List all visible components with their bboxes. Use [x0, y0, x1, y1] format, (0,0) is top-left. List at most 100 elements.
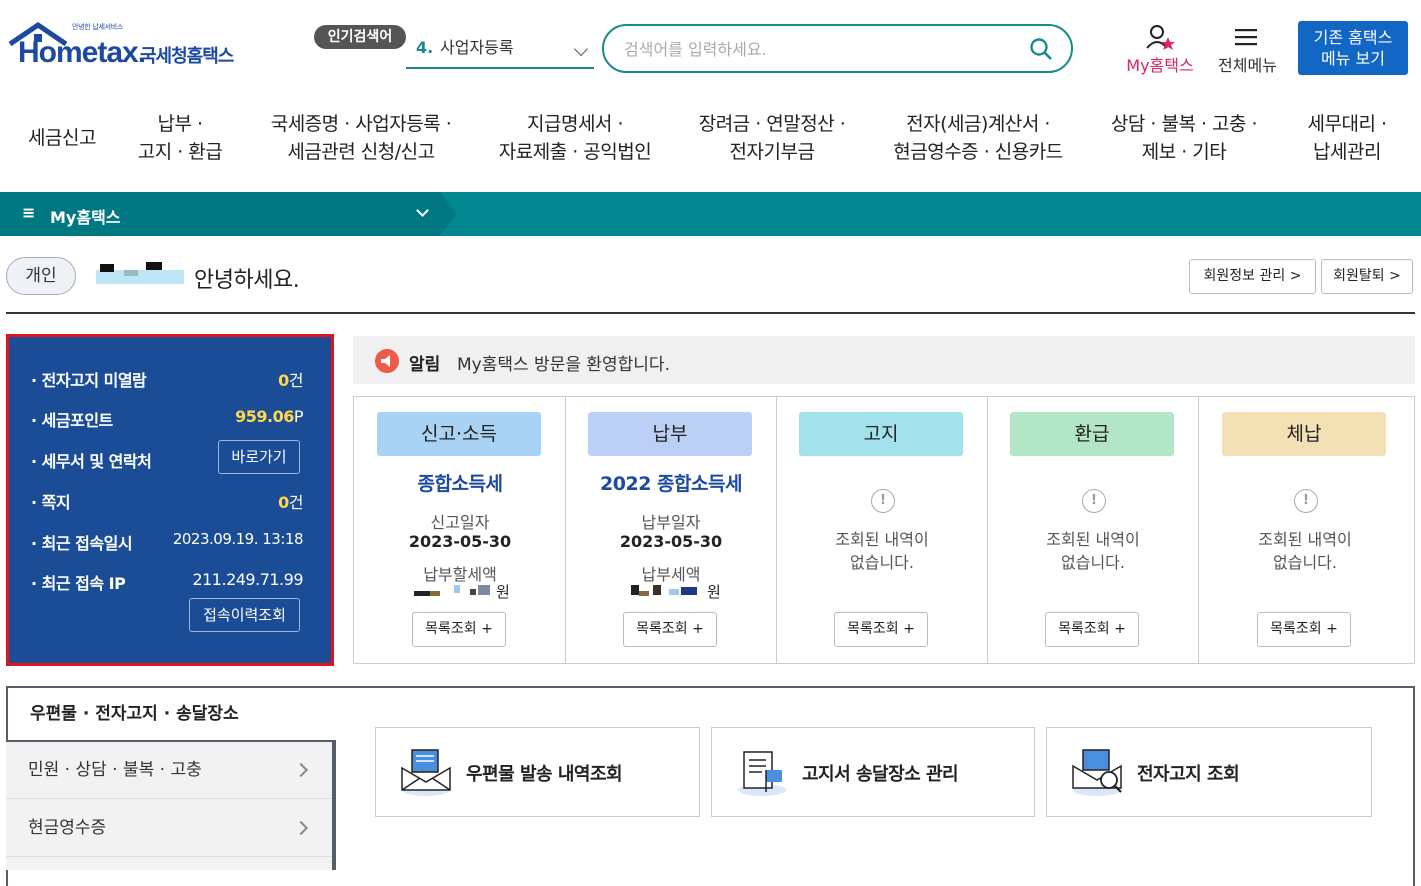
card-date: 2023-05-30 [619, 532, 723, 551]
user-info-panel: · 전자고지 미열람 0건 · 세금포인트 959.06P · 세무서 및 연락… [6, 334, 334, 666]
global-nav: 세금신고 납부 · 고지 · 환급 국세증명 · 사업자등록 · 세금관련 신청/신… [0, 110, 1421, 180]
search-icon[interactable] [1029, 37, 1053, 61]
all-menu-label: 전체메뉴 [1218, 56, 1277, 75]
chevron-down-icon [416, 204, 429, 217]
gnb-label: 상담 · 불복 · 고충 · [1110, 113, 1258, 135]
card-report: 신고·소득 종합소득세 신고일자 2023-05-30 납부할세액 원 목록조회… [354, 397, 566, 663]
gnb-item-statement[interactable]: 지급명세서 · 자료제출 · 공익법인 [484, 110, 666, 166]
user-type-badge: 개인 [6, 257, 76, 295]
gnb-item-agent[interactable]: 세무대리 · 납세관리 [1288, 110, 1406, 166]
member-info-button[interactable]: 회원정보 관리 > [1189, 259, 1316, 294]
search-box [602, 24, 1073, 73]
gnb-label: 현금영수증 · 신용카드 [893, 141, 1063, 163]
info-icon: ! [871, 489, 895, 513]
card-tax-name[interactable]: 종합소득세 [354, 469, 566, 496]
last-login-value: 2023.09.19. 13:18 [172, 530, 304, 548]
card-badge: 체납 [1222, 412, 1386, 456]
quick-label: 전자고지 조회 [1137, 764, 1240, 785]
masked-amount [631, 585, 697, 596]
list-view-button[interactable]: 목록조회 + [412, 612, 506, 647]
tab-mail-notice[interactable]: 우편물 · 전자고지 · 송달장소 [8, 688, 336, 740]
withdraw-button[interactable]: 회원탈퇴 > [1321, 259, 1413, 294]
popular-search-select[interactable]: 4. 사업자등록 [406, 32, 594, 69]
gnb-item-tax-report[interactable]: 세금신고 [18, 124, 106, 152]
chevron-down-icon [573, 41, 589, 57]
mail-history-button[interactable]: 우편물 발송 내역조회 [375, 727, 700, 817]
gnb-label: 자료제출 · 공익법인 [498, 141, 652, 163]
my-hometax-button[interactable]: My홈택스 [1120, 24, 1200, 76]
tax-point-value[interactable]: 959.06P [235, 407, 303, 426]
divider [6, 312, 1415, 314]
gnb-label: 납부 · [157, 113, 203, 135]
card-won-unit: 원 [707, 583, 721, 601]
breadcrumb-menu-select[interactable]: ≡ My홈택스 [0, 192, 440, 236]
memo-value[interactable]: 0건 [278, 489, 303, 513]
card-date: 2023-05-30 [408, 532, 512, 551]
summary-cards: 신고·소득 종합소득세 신고일자 2023-05-30 납부할세액 원 목록조회… [353, 396, 1415, 664]
gnb-label: 세금신고 [28, 127, 96, 149]
envelope-doc-icon [401, 749, 451, 796]
card-badge: 환급 [1010, 412, 1174, 456]
side-item-label: 현금영수증 [28, 818, 107, 838]
delivery-place-button[interactable]: 고지서 송달장소 관리 [711, 727, 1035, 817]
gnb-label: 납세관리 [1313, 141, 1381, 163]
card-notice: 고지 ! 조회된 내역이 없습니다. 목록조회 + [776, 397, 988, 663]
breadcrumb: ≡ My홈택스 [0, 192, 1421, 236]
chevron-right-icon [293, 820, 309, 836]
gnb-item-incentive[interactable]: 장려금 · 연말정산 · 전자기부금 [684, 110, 860, 166]
card-refund: 환급 ! 조회된 내역이 없습니다. 목록조회 + [987, 397, 1199, 663]
card-date-label: 납부일자 [641, 513, 701, 532]
gnb-item-payment[interactable]: 납부 · 고지 · 환급 [120, 110, 240, 166]
side-tab-list: 민원 · 상담 · 불복 · 고충 현금영수증 [6, 740, 336, 870]
gnb-item-certificate[interactable]: 국세증명 · 사업자등록 · 세금관련 신청/신고 [256, 110, 466, 166]
notice-text: My홈택스 방문을 환영합니다. [457, 355, 670, 375]
card-date-label: 신고일자 [430, 513, 490, 532]
tax-office-label: · 세무서 및 연락처 [31, 452, 152, 471]
gnb-item-consult[interactable]: 상담 · 불복 · 고충 · 제보 · 기타 [1096, 110, 1272, 166]
breadcrumb-label: My홈택스 [50, 208, 121, 227]
card-payment: 납부 2022 종합소득세 납부일자 2023-05-30 납부세액 원 목록조… [565, 397, 777, 663]
gnb-label: 고지 · 환급 [137, 141, 223, 163]
old-hometax-line1: 기존 홈택스 [1313, 28, 1393, 47]
hometax-logo[interactable]: 안녕한 납세서비스 Hometax. 국세청홈택스 [8, 22, 248, 72]
gnb-label: 제보 · 기타 [1141, 141, 1227, 163]
quick-label: 고지서 송달장소 관리 [802, 764, 959, 785]
card-won-unit: 원 [496, 583, 510, 601]
e-notice-search-button[interactable]: 전자고지 조회 [1046, 727, 1372, 817]
info-icon: ! [1082, 489, 1106, 513]
unread-notice-value[interactable]: 0건 [278, 367, 303, 391]
login-history-button[interactable]: 접속이력조회 [189, 598, 300, 632]
card-empty-message: 조회된 내역이 없습니다. [835, 530, 929, 572]
unread-notice-label: · 전자고지 미열람 [31, 371, 147, 390]
side-item-cash-receipt[interactable]: 현금영수증 [6, 800, 332, 857]
side-item-complaint[interactable]: 민원 · 상담 · 불복 · 고충 [6, 742, 332, 799]
notice-bar: 알림 My홈택스 방문을 환영합니다. [353, 336, 1415, 384]
info-icon: ! [1294, 489, 1318, 513]
card-tax-name[interactable]: 2022 종합소득세 [565, 469, 777, 496]
card-amount-label: 납부할세액 [423, 565, 497, 584]
greeting-text: 안녕하세요. [194, 268, 300, 293]
gnb-item-invoice[interactable]: 전자(세금)계산서 · 현금영수증 · 신용카드 [878, 110, 1078, 166]
gnb-label: 장려금 · 연말정산 · [698, 113, 846, 135]
search-input[interactable] [624, 38, 1024, 60]
popular-keyword: 사업자등록 [440, 38, 514, 57]
breadcrumb-separator [440, 192, 456, 236]
quick-label: 우편물 발송 내역조회 [466, 764, 623, 785]
list-view-button[interactable]: 목록조회 + [834, 612, 928, 647]
menu-icon: ≡ [22, 203, 36, 222]
old-hometax-button[interactable]: 기존 홈택스 메뉴 보기 [1298, 21, 1408, 75]
list-view-button[interactable]: 목록조회 + [1257, 612, 1351, 647]
list-view-button[interactable]: 목록조회 + [623, 612, 717, 647]
card-amount-label: 납부세액 [641, 565, 701, 584]
list-view-button[interactable]: 목록조회 + [1045, 612, 1139, 647]
tax-office-shortcut-button[interactable]: 바로가기 [218, 440, 300, 474]
side-item-label: 민원 · 상담 · 불복 · 고충 [28, 760, 202, 780]
megaphone-icon [375, 349, 399, 373]
envelope-search-icon [1072, 749, 1122, 796]
card-empty-message: 조회된 내역이 없습니다. [1258, 530, 1352, 572]
my-hometax-label: My홈택스 [1126, 56, 1194, 75]
all-menu-button[interactable]: 전체메뉴 [1210, 24, 1285, 76]
popular-rank: 4. [416, 38, 434, 57]
gnb-label: 지급명세서 · [527, 113, 623, 135]
logo-korean: 국세청홈택스 [140, 46, 234, 67]
